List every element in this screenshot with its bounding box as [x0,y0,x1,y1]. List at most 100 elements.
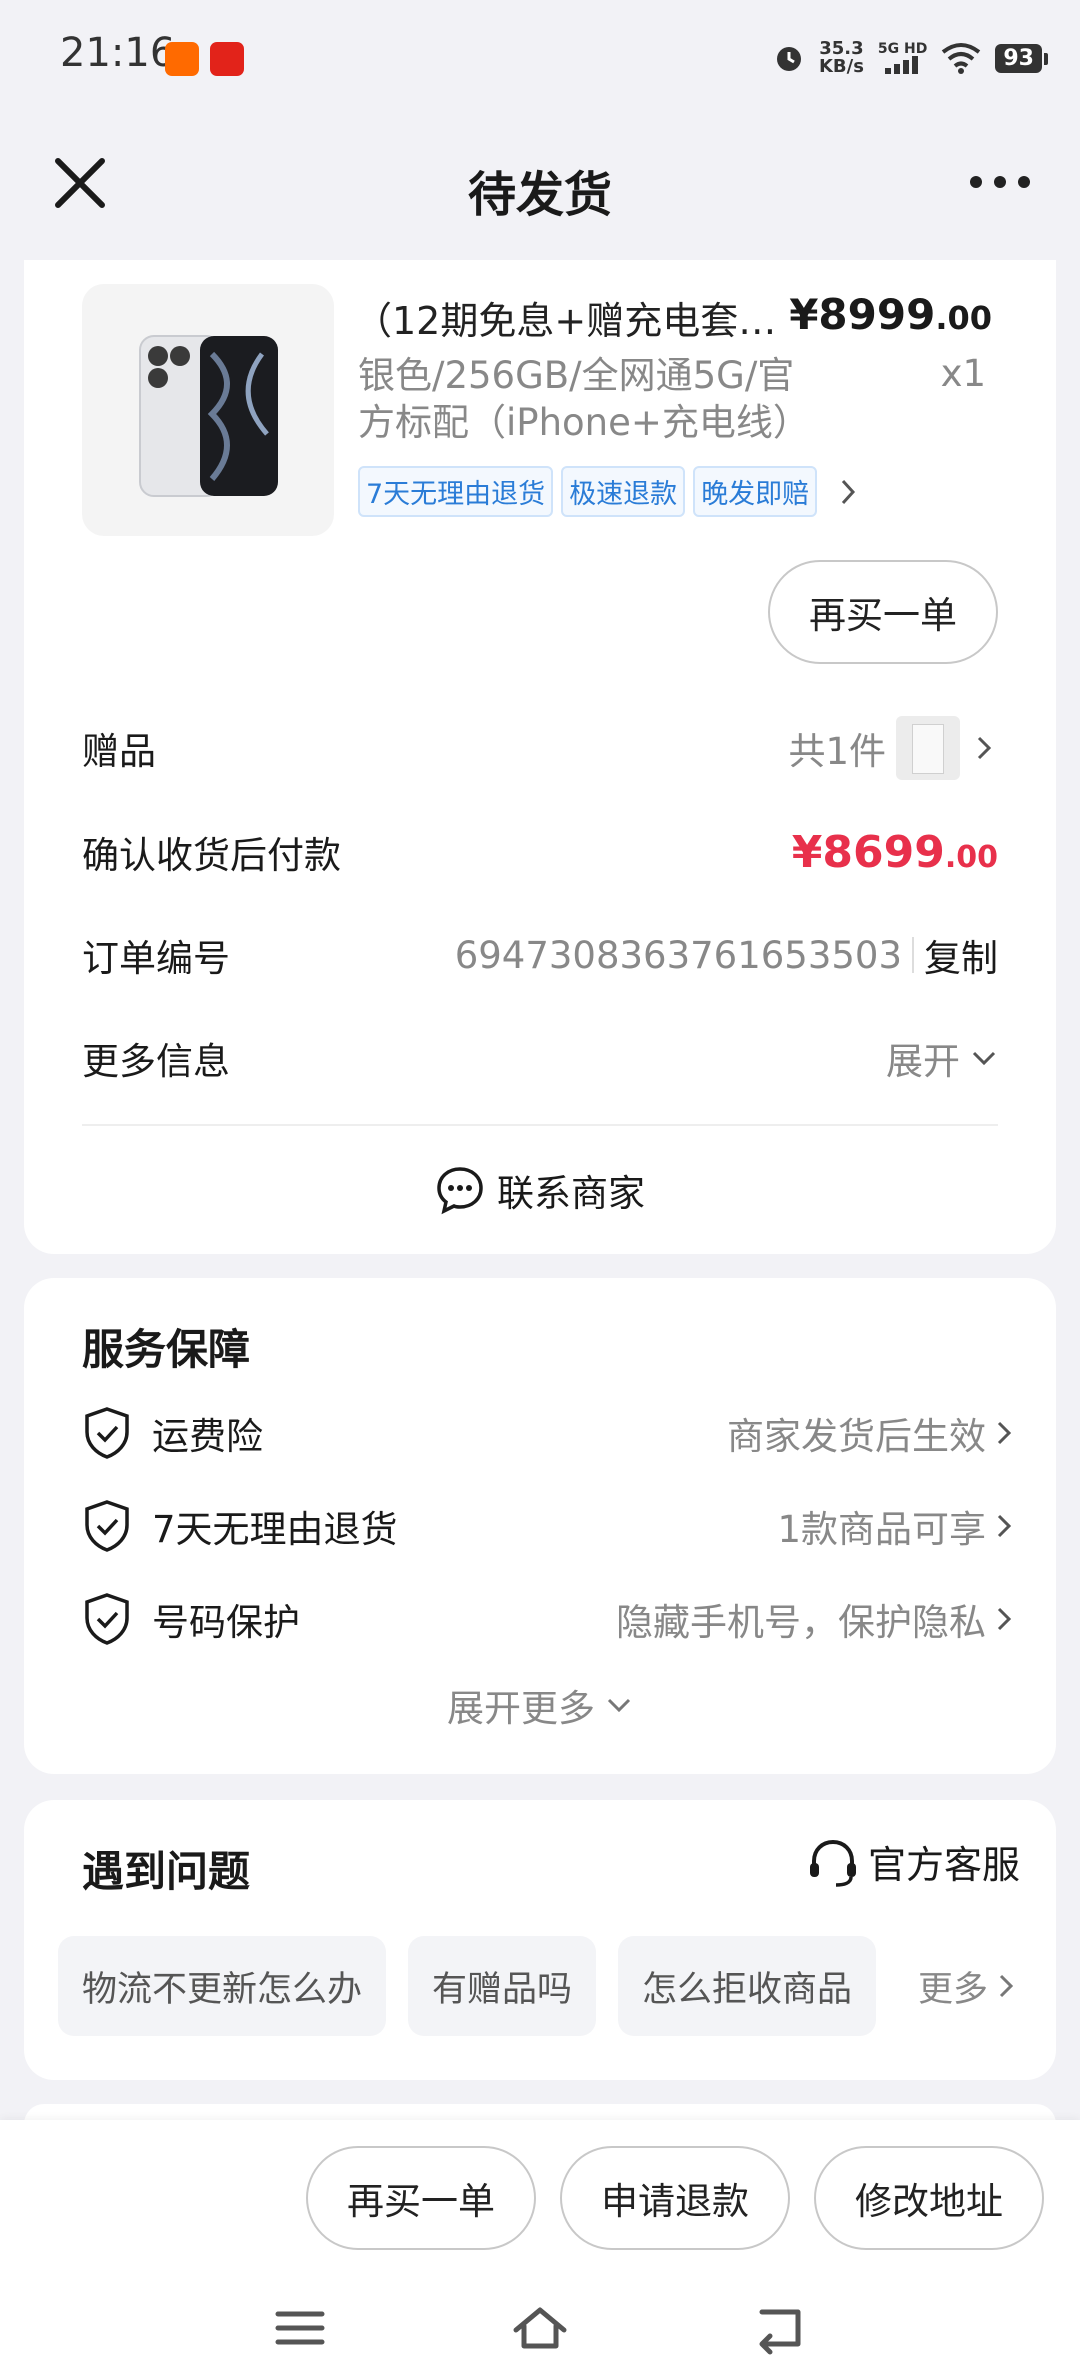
gift-row[interactable]: 赠品 共1件 [82,708,998,788]
headset-icon [809,1839,856,1887]
service-item-left: 运费险 [82,1406,263,1460]
status-time: 21:16 [60,30,176,76]
service-item-7day-return[interactable]: 7天无理由退货 1款商品可享 [82,1491,1018,1561]
rebuy-bottom-button[interactable]: 再买一单 [306,2146,536,2250]
service-item-value: 隐藏手机号，保护隐私 [616,1592,1018,1646]
pay-label: 确认收货后付款 [82,834,341,877]
problems-card: 遇到问题 官方客服 物流不更新怎么办 有赠品吗 怎么拒收商品 更多 [24,1800,1056,2080]
copy-button[interactable]: 复制 [924,928,998,982]
more-info-row[interactable]: 更多信息 展开 [82,1018,998,1098]
faq-chip-gift[interactable]: 有赠品吗 [408,1936,597,2036]
service-item-label: 号码保护 [152,1601,300,1644]
app-notification-icon [165,42,199,76]
faq-chip-logistics[interactable]: 物流不更新怎么办 [58,1936,387,2036]
problems-title: 遇到问题 [82,1847,251,1896]
order-card: （12期免息+赠充电套… ¥8999.00 银色/256GB/全网通5G/官 方… [24,260,1056,1254]
product-quantity: x1 [940,352,986,395]
service-item-value: 商家发货后生效 [727,1406,1018,1460]
chevron-down-icon [972,1051,996,1066]
sku-line-1: 银色/256GB/全网通5G/官 [358,354,795,397]
pay-amount: ¥8699.00 [792,827,998,878]
pay-amount-dec: .00 [944,839,998,875]
product-title[interactable]: （12期免息+赠充电套… [354,290,794,345]
speed-unit: KB/s [818,56,864,77]
refund-button[interactable]: 申请退款 [560,2146,790,2250]
pay-amount-int: ¥8699 [791,826,945,878]
network-hd: HD [904,41,928,57]
network-type: 5G [877,41,900,57]
chevron-down-icon [607,1698,631,1713]
service-item-freight-insurance[interactable]: 运费险 商家发货后生效 [82,1398,1018,1468]
order-number-row: 订单编号 6947308363761653503 复制 [82,915,998,995]
service-tags[interactable]: 7天无理由退货 极速退款 晚发即赔 [358,466,863,517]
faq-chips: 物流不更新怎么办 有赠品吗 怎么拒收商品 [58,1936,918,2036]
gift-label: 赠品 [82,730,156,773]
change-address-button[interactable]: 修改地址 [814,2146,1044,2250]
expand-more-button[interactable]: 展开更多 [24,1678,1056,1732]
tag-fast-refund: 极速退款 [561,466,686,517]
gift-count: 共1件 [788,730,886,773]
shield-check-icon [85,1500,129,1552]
system-nav-bar [0,2280,1080,2376]
product-image[interactable] [82,284,334,536]
contact-label: 联系商家 [497,1172,645,1215]
tag-7day-return: 7天无理由退货 [358,466,554,517]
service-item-value: 1款商品可享 [777,1499,1018,1553]
home-icon[interactable] [510,2300,570,2356]
chevron-right-icon [977,736,992,760]
shield-check-icon [85,1593,129,1645]
back-icon[interactable] [750,2300,810,2356]
chevron-right-icon [999,1974,1014,1998]
more-dots-icon[interactable] [970,170,1030,194]
order-value: 6947308363761653503 复制 [455,928,998,982]
alarm-icon [776,47,801,71]
faq-more-button[interactable]: 更多 [918,1936,1020,2036]
top-nav: 待发货 [0,115,1080,255]
tag-late-compensation: 晚发即赔 [693,466,818,517]
expand-label: 展开 [886,1040,960,1083]
page-title: 待发货 [467,167,612,223]
service-item-number-protection[interactable]: 号码保护 隐藏手机号，保护隐私 [82,1584,1018,1654]
service-title: 服务保障 [82,1325,251,1374]
official-support-label: 官方客服 [867,1843,1020,1887]
service-item-left: 号码保护 [82,1592,300,1646]
network-speed: 35.3 KB/s [819,40,864,76]
screen: 21:16 35.3 KB/s 5G HD 93 待发货 （12期免息+赠充电套… [0,0,1080,2376]
divider [82,1124,998,1126]
service-item-label: 运费险 [152,1415,263,1458]
bottom-action-bar: 再买一单 申请退款 修改地址 [0,2120,1080,2376]
shield-check-icon [85,1407,129,1459]
order-label: 订单编号 [82,937,230,980]
contact-merchant-button[interactable]: 联系商家 [24,1140,1056,1240]
signal-indicator: 5G HD [878,42,927,74]
chevron-right-icon [997,1421,1012,1445]
status-indicators: 35.3 KB/s 5G HD 93 [773,36,1048,80]
gift-thumbnail [896,716,960,780]
rebuy-button[interactable]: 再买一单 [768,560,998,664]
battery-indicator: 93 [995,43,1048,73]
signal-icon [884,56,918,74]
product-price: ¥8999.00 [789,290,992,339]
chevron-right-icon [997,1514,1012,1538]
faq-chip-reject[interactable]: 怎么拒收商品 [618,1936,877,2036]
app-notification-icon-2 [210,42,244,76]
official-support-button[interactable]: 官方客服 [806,1834,1020,1889]
chat-bubble-icon [437,1167,483,1215]
gift-value: 共1件 [788,716,998,780]
service-item-left: 7天无理由退货 [82,1499,398,1553]
expand-more-label: 展开更多 [447,1687,595,1730]
service-item-label: 7天无理由退货 [152,1508,398,1551]
product-price-int: ¥8999 [789,290,936,339]
service-item-desc: 1款商品可享 [777,1508,986,1551]
sku-line-2: 方标配（iPhone+充电线） [358,401,810,444]
wifi-icon [942,43,981,74]
chevron-right-icon [997,1607,1012,1631]
menu-icon[interactable] [270,2300,330,2356]
faq-more-label: 更多 [917,1969,988,2010]
expand-toggle[interactable]: 展开 [886,1031,998,1085]
more-info-label: 更多信息 [82,1040,230,1083]
service-card: 服务保障 运费险 商家发货后生效 7天无理由退货 1款商品可享 号码保护 隐藏手… [24,1278,1056,1774]
phone-image-icon [139,335,278,497]
chevron-right-icon [842,479,856,504]
service-item-desc: 商家发货后生效 [727,1415,986,1458]
